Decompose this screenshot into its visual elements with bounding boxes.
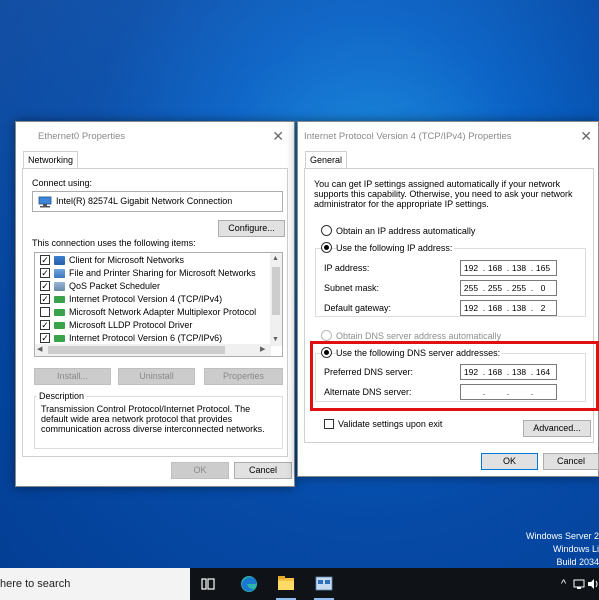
network-tray-icon[interactable] bbox=[573, 568, 585, 600]
protocol-icon bbox=[54, 296, 65, 303]
validate-label[interactable]: Validate settings upon exit bbox=[338, 419, 442, 429]
protocol-icon bbox=[54, 322, 65, 329]
close-icon[interactable]: ✕ bbox=[272, 122, 284, 151]
list-item[interactable]: Microsoft Network Adapter Multiplexor Pr… bbox=[37, 306, 272, 319]
dns-highlight-box bbox=[310, 341, 599, 411]
checkbox[interactable] bbox=[40, 294, 50, 304]
window-title: Ethernet0 Properties bbox=[38, 131, 126, 142]
use-following-ip-radio[interactable] bbox=[321, 242, 332, 253]
obtain-ip-auto-label[interactable]: Obtain an IP address automatically bbox=[336, 226, 475, 236]
subnet-mask-field[interactable]: 255. 255. 255. 0 bbox=[460, 280, 557, 296]
obtain-dns-auto-radio[interactable] bbox=[321, 330, 332, 341]
window-title: Internet Protocol Version 4 (TCP/IPv4) P… bbox=[304, 131, 512, 142]
ok-button[interactable]: OK bbox=[171, 462, 229, 479]
network-adapter-icon bbox=[38, 196, 52, 208]
protocol-icon bbox=[54, 335, 65, 342]
configure-button[interactable]: Configure... bbox=[218, 220, 285, 237]
checkbox[interactable] bbox=[40, 307, 50, 317]
protocol-icon bbox=[54, 309, 65, 316]
connect-using-label: Connect using: bbox=[32, 178, 93, 188]
edge-icon[interactable] bbox=[238, 568, 260, 600]
ip-address-field[interactable]: 192. 168. 138. 165 bbox=[460, 260, 557, 276]
scroll-up-icon[interactable]: ▲ bbox=[272, 254, 279, 264]
ethernet-titlebar: Ethernet0 Properties ✕ bbox=[16, 122, 294, 151]
desktop-watermark: Windows Server 2 Windows Li Build 2034 bbox=[526, 530, 599, 569]
install-button[interactable]: Install... bbox=[34, 368, 111, 385]
cancel-button[interactable]: Cancel bbox=[234, 462, 292, 479]
ipv4-titlebar: Internet Protocol Version 4 (TCP/IPv4) P… bbox=[298, 122, 598, 151]
taskbar-search-box[interactable]: here to search bbox=[0, 568, 190, 600]
ipv4-properties-window: Internet Protocol Version 4 (TCP/IPv4) P… bbox=[297, 121, 599, 477]
scroll-right-icon[interactable]: ▶ bbox=[260, 345, 265, 355]
list-item[interactable]: Microsoft LLDP Protocol Driver bbox=[37, 319, 272, 332]
checkbox[interactable] bbox=[40, 268, 50, 278]
scrollbar-thumb[interactable] bbox=[272, 267, 280, 315]
description-group: Description Transmission Control Protoco… bbox=[34, 391, 283, 449]
watermark-line: Windows Server 2 bbox=[525, 531, 599, 541]
items-label: This connection uses the following items… bbox=[32, 238, 196, 248]
scroll-down-icon[interactable]: ▼ bbox=[272, 335, 279, 345]
list-item[interactable]: QoS Packet Scheduler bbox=[37, 280, 272, 293]
ethernet-properties-window: Ethernet0 Properties ✕ Networking Connec… bbox=[15, 121, 295, 487]
scrollbar-thumb[interactable] bbox=[48, 346, 225, 354]
watermark-line: Windows Li bbox=[552, 544, 599, 554]
close-icon[interactable]: ✕ bbox=[580, 122, 592, 151]
network-app-icon[interactable] bbox=[313, 568, 335, 600]
checkbox[interactable] bbox=[40, 281, 50, 291]
cancel-button[interactable]: Cancel bbox=[543, 453, 599, 470]
description-text: Transmission Control Protocol/Internet P… bbox=[41, 404, 265, 434]
list-item[interactable]: File and Printer Sharing for Microsoft N… bbox=[37, 267, 272, 280]
ok-button[interactable]: OK bbox=[481, 453, 538, 470]
uninstall-button[interactable]: Uninstall bbox=[118, 368, 195, 385]
validate-checkbox[interactable] bbox=[324, 419, 334, 429]
taskbar: here to search ^ bbox=[0, 568, 599, 600]
checkbox[interactable] bbox=[40, 255, 50, 265]
components-list[interactable]: Client for Microsoft Networks File and P… bbox=[34, 252, 283, 357]
use-following-ip-label[interactable]: Use the following IP address: bbox=[336, 243, 455, 253]
checkbox[interactable] bbox=[40, 320, 50, 330]
default-gateway-label: Default gateway: bbox=[324, 303, 392, 313]
ip-address-label: IP address: bbox=[324, 263, 370, 273]
advanced-button[interactable]: Advanced... bbox=[523, 420, 591, 437]
search-placeholder: here to search bbox=[0, 578, 71, 590]
volume-tray-icon[interactable] bbox=[587, 568, 599, 600]
properties-button[interactable]: Properties bbox=[204, 368, 283, 385]
checkbox[interactable] bbox=[40, 333, 50, 343]
networking-panel: Connect using: Intel(R) 82574L Gigabit N… bbox=[22, 168, 288, 457]
client-icon bbox=[54, 256, 65, 265]
tray-overflow-icon[interactable]: ^ bbox=[561, 568, 566, 600]
obtain-dns-auto-label[interactable]: Obtain DNS server address automatically bbox=[336, 331, 501, 341]
default-gateway-field[interactable]: 192. 168. 138. 2 bbox=[460, 300, 557, 316]
description-legend: Description bbox=[37, 391, 87, 401]
qos-icon bbox=[54, 282, 65, 291]
task-view-icon[interactable] bbox=[198, 568, 218, 600]
file-explorer-icon[interactable] bbox=[275, 568, 297, 600]
list-item[interactable]: Client for Microsoft Networks bbox=[37, 254, 272, 267]
adapter-name: Intel(R) 82574L Gigabit Network Connecti… bbox=[56, 196, 233, 206]
list-item[interactable]: Internet Protocol Version 4 (TCP/IPv4) bbox=[37, 293, 272, 306]
list-vertical-scrollbar[interactable]: ▲ ▼ bbox=[270, 253, 282, 346]
intro-text: You can get IP settings assigned automat… bbox=[314, 179, 573, 209]
tab-general[interactable]: General bbox=[305, 151, 348, 168]
adapter-field: Intel(R) 82574L Gigabit Network Connecti… bbox=[32, 191, 283, 212]
tab-networking[interactable]: Networking bbox=[23, 151, 79, 168]
list-horizontal-scrollbar[interactable]: ◀ ▶ bbox=[35, 344, 271, 356]
obtain-ip-auto-radio[interactable] bbox=[321, 225, 332, 236]
scroll-left-icon[interactable]: ◀ bbox=[37, 345, 42, 355]
subnet-mask-label: Subnet mask: bbox=[324, 283, 380, 293]
file-share-icon bbox=[54, 269, 65, 278]
